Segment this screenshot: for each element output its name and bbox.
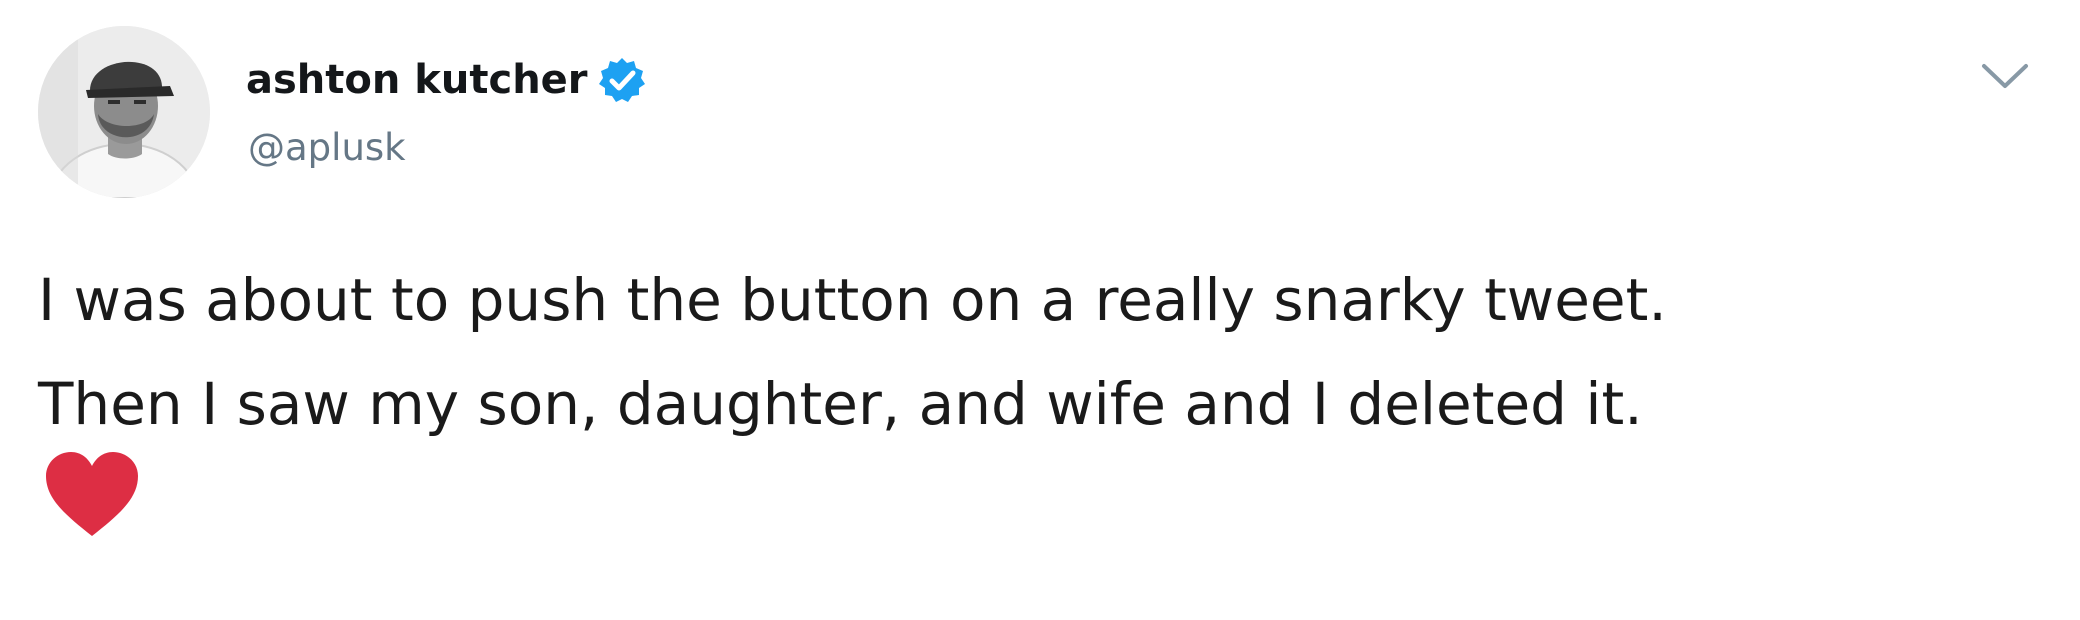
avatar[interactable] bbox=[38, 26, 210, 198]
author-name-row[interactable]: ashton kutcher bbox=[246, 56, 646, 104]
tweet-text-line: Then I saw my son, daughter, and wife an… bbox=[38, 370, 1643, 438]
author-display-name[interactable]: ashton kutcher bbox=[246, 56, 588, 104]
verified-badge-icon bbox=[598, 56, 646, 104]
profile-photo-icon bbox=[38, 26, 210, 198]
author-handle[interactable]: @aplusk bbox=[248, 126, 406, 170]
tweet-text: I was about to push the button on a real… bbox=[38, 248, 2038, 456]
tweet-text-line: I was about to push the button on a real… bbox=[38, 266, 1667, 334]
red-heart-icon bbox=[44, 450, 140, 540]
chevron-down-icon[interactable] bbox=[1976, 56, 2034, 96]
tweet-card: ashton kutcher @aplusk I was about to pu… bbox=[0, 0, 2080, 620]
